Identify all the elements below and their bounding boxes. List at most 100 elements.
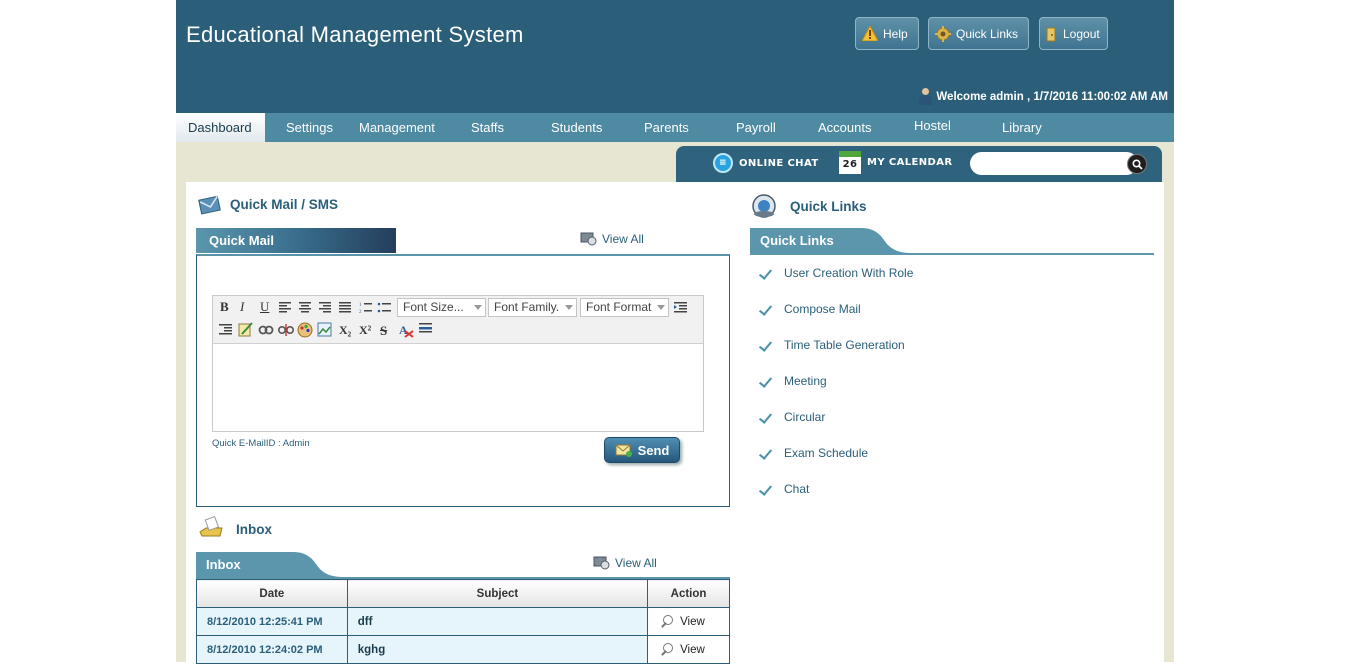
send-mail-icon xyxy=(615,444,632,457)
view-all-icon xyxy=(580,232,597,246)
help-label: Help xyxy=(883,26,908,41)
align-icons[interactable] xyxy=(279,302,355,314)
indent-icon[interactable] xyxy=(674,302,688,314)
underline-button[interactable]: U xyxy=(260,299,269,315)
nav-library[interactable]: Library xyxy=(1002,113,1042,142)
gear-icon xyxy=(935,25,951,42)
editor-body[interactable] xyxy=(213,344,703,431)
dashboard-content: Quick Mail / SMS Quick Mail View All B I… xyxy=(186,182,1164,664)
outdent-icon[interactable] xyxy=(219,324,233,336)
inbox-tab-header: Inbox View All xyxy=(196,552,730,579)
user-icon xyxy=(919,88,933,105)
view-label: View xyxy=(680,643,705,656)
table-row: 8/12/2010 12:24:02 PM kghg View xyxy=(196,635,730,664)
unlink-icon[interactable] xyxy=(278,323,294,337)
my-calendar-label: MY CALENDAR xyxy=(867,157,953,168)
quick-link-item[interactable]: Meeting xyxy=(760,371,827,391)
subscript-button[interactable]: X₂ xyxy=(339,323,351,338)
horizontal-rule-icon[interactable] xyxy=(419,323,433,333)
quick-links-tab[interactable]: Quick Links xyxy=(750,228,834,253)
svg-text:1: 1 xyxy=(359,303,362,308)
column-header-date: Date xyxy=(196,579,348,608)
quick-links-tab-header: Quick Links xyxy=(750,228,1154,255)
check-icon xyxy=(760,482,774,496)
font-size-value: Font Size... xyxy=(403,300,464,314)
font-format-select[interactable]: Font Format xyxy=(580,298,669,317)
inbox-tray-icon xyxy=(199,516,223,537)
quick-link-item[interactable]: Compose Mail xyxy=(760,299,861,319)
nav-settings[interactable]: Settings xyxy=(286,113,333,142)
svg-text:2: 2 xyxy=(359,310,362,314)
check-icon xyxy=(760,410,774,424)
online-chat-link[interactable]: ≡ ONLINE CHAT xyxy=(713,153,819,173)
italic-button[interactable]: I xyxy=(240,299,244,315)
check-icon xyxy=(760,338,774,352)
app-frame: Educational Management System Help Quick… xyxy=(176,0,1174,664)
nav-parents[interactable]: Parents xyxy=(644,113,689,142)
table-header-row: Date Subject Action xyxy=(196,579,730,608)
view-message-link[interactable]: View xyxy=(647,607,730,636)
quick-link-label: Circular xyxy=(784,410,826,424)
mail-icon xyxy=(198,195,221,215)
quick-link-item[interactable]: Time Table Generation xyxy=(760,335,905,355)
list-icons[interactable]: 12 xyxy=(359,301,393,314)
logout-label: Logout xyxy=(1063,26,1100,41)
my-calendar-link[interactable]: 26 MY CALENDAR xyxy=(839,151,952,174)
chat-bubble-icon: ≡ xyxy=(713,153,733,173)
image-icon[interactable] xyxy=(317,322,333,338)
color-palette-icon[interactable] xyxy=(297,322,313,338)
font-family-select[interactable]: Font Family. xyxy=(488,298,577,317)
inbox-title: Inbox xyxy=(236,521,272,537)
view-all-label: View All xyxy=(602,232,644,246)
quick-link-item[interactable]: Circular xyxy=(760,407,825,427)
nav-dashboard[interactable]: Dashboard xyxy=(176,113,265,142)
font-format-value: Font Format xyxy=(586,300,652,314)
online-chat-label: ONLINE CHAT xyxy=(739,157,819,169)
bold-button[interactable]: B xyxy=(220,299,229,315)
link-icon[interactable] xyxy=(258,323,274,337)
quick-link-item[interactable]: Chat xyxy=(760,479,809,499)
inbox-view-all[interactable]: View All xyxy=(593,555,657,571)
quick-link-label: Exam Schedule xyxy=(784,446,869,460)
view-all-label: View All xyxy=(615,556,657,570)
nav-accounts[interactable]: Accounts xyxy=(818,113,871,142)
quick-mail-panel: B I U 12 Font Size... Font Family. Font … xyxy=(196,254,730,507)
search-button[interactable] xyxy=(1127,154,1147,174)
send-button[interactable]: Send xyxy=(604,437,680,463)
quick-mail-tab[interactable]: Quick Mail xyxy=(196,228,274,253)
quick-mail-view-all[interactable]: View All xyxy=(580,231,644,247)
inbox-subject-cell: kghg xyxy=(346,635,649,664)
search-icon xyxy=(1131,158,1143,170)
inbox-section-title: Inbox xyxy=(198,516,272,542)
strikethrough-button[interactable]: S xyxy=(380,323,387,339)
superscript-button[interactable]: X² xyxy=(359,323,371,338)
nav-staffs[interactable]: Staffs xyxy=(471,113,504,142)
font-size-select[interactable]: Font Size... xyxy=(397,298,486,317)
column-header-action: Action xyxy=(647,579,730,608)
check-icon xyxy=(760,374,774,388)
logout-button[interactable]: Logout xyxy=(1039,17,1108,50)
quick-link-item[interactable]: User Creation With Role xyxy=(760,263,913,283)
help-button[interactable]: Help xyxy=(855,17,919,50)
quick-link-label: Meeting xyxy=(784,374,827,388)
quick-links-button[interactable]: Quick Links xyxy=(928,17,1029,50)
quick-link-item[interactable]: Exam Schedule xyxy=(760,443,868,463)
warning-icon xyxy=(862,26,878,42)
welcome-text: Welcome admin , 1/7/2016 11:00:02 AM AM xyxy=(936,90,1168,103)
check-icon xyxy=(760,446,774,460)
nav-payroll[interactable]: Payroll xyxy=(736,113,776,142)
view-message-link[interactable]: View xyxy=(647,635,730,664)
nav-hostel[interactable]: Hostel xyxy=(914,111,951,140)
nav-management[interactable]: Management xyxy=(359,113,435,142)
quick-links-title: Quick Links xyxy=(790,198,867,214)
clean-format-icon[interactable]: A xyxy=(399,322,415,338)
logout-icon xyxy=(1046,26,1058,42)
main-nav: Dashboard Settings Management Staffs Stu… xyxy=(176,113,1174,142)
inbox-subject-cell: dff xyxy=(346,607,649,636)
quick-links-label: Quick Links xyxy=(956,26,1019,41)
edit-icon[interactable] xyxy=(238,322,253,337)
nav-students[interactable]: Students xyxy=(551,113,602,142)
search-input[interactable] xyxy=(970,152,1138,175)
inbox-tab[interactable]: Inbox xyxy=(196,552,241,577)
column-header-subject: Subject xyxy=(346,579,649,608)
